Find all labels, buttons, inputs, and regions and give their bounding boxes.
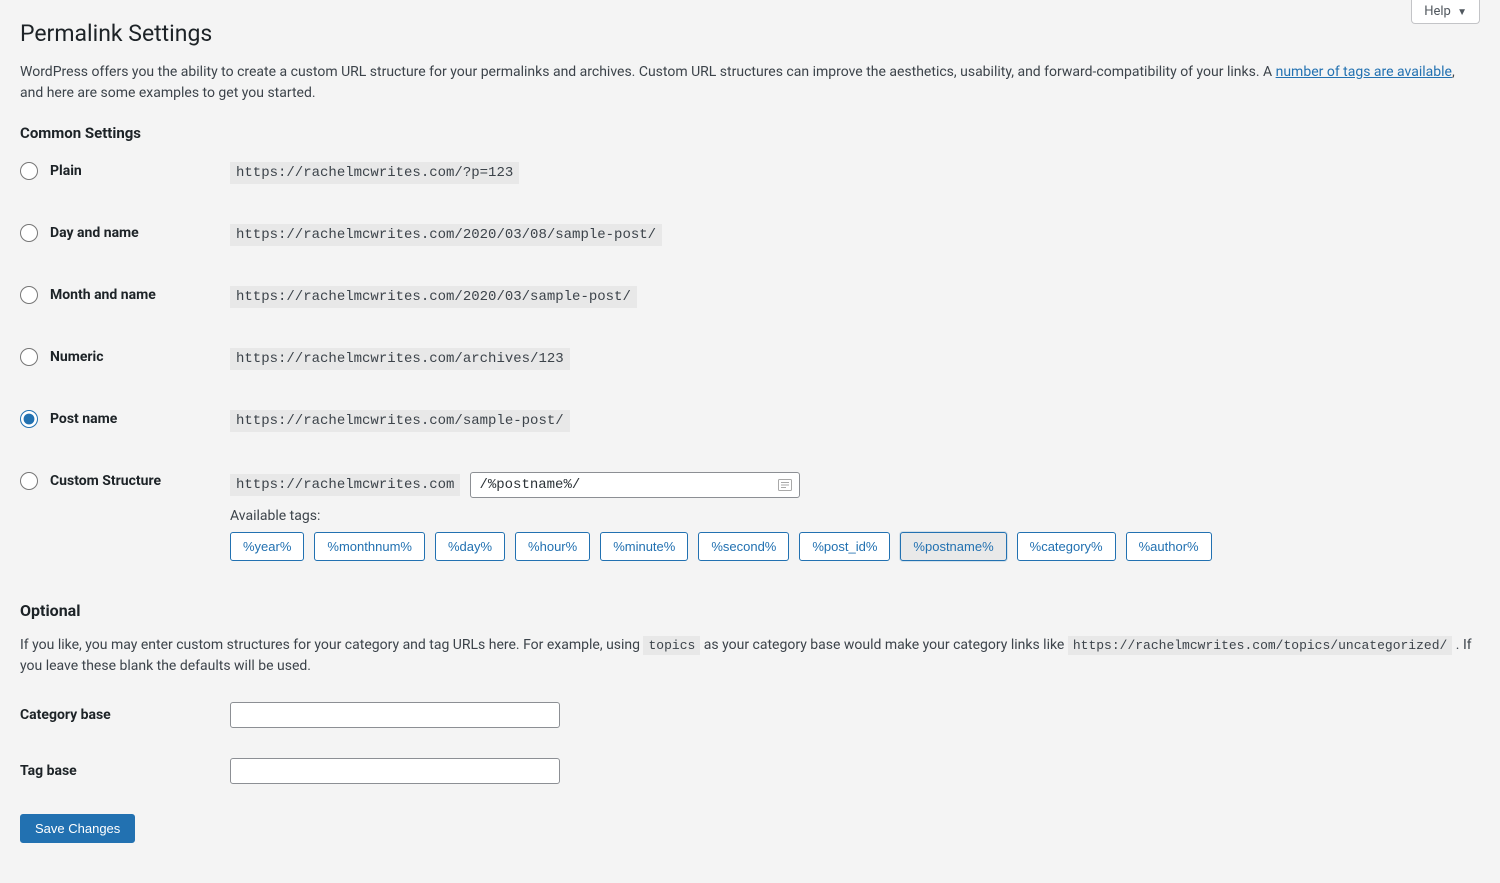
intro-text-pre: WordPress offers you the ability to crea…: [20, 64, 1276, 80]
option-url-preview: https://rachelmcwrites.com/2020/03/sampl…: [230, 286, 637, 308]
available-tags-label: Available tags:: [230, 508, 1480, 524]
tag-chip[interactable]: %minute%: [600, 532, 688, 561]
tag-chip[interactable]: %second%: [698, 532, 789, 561]
tags-available-link[interactable]: number of tags are available: [1276, 64, 1452, 80]
radio-option[interactable]: [20, 348, 38, 366]
help-label: Help: [1424, 4, 1451, 19]
optional-code-topics: topics: [643, 636, 700, 655]
optional-description: If you like, you may enter custom struct…: [20, 635, 1480, 677]
radio-option[interactable]: [20, 286, 38, 304]
save-changes-button[interactable]: Save Changes: [20, 814, 135, 843]
radio-option[interactable]: [20, 224, 38, 242]
option-label[interactable]: Month and name: [50, 287, 156, 303]
category-base-label: Category base: [20, 707, 230, 723]
tag-base-label: Tag base: [20, 763, 230, 779]
option-label[interactable]: Plain: [50, 163, 82, 179]
tag-base-input[interactable]: [230, 758, 560, 784]
common-settings-heading: Common Settings: [20, 124, 1480, 142]
category-base-input[interactable]: [230, 702, 560, 728]
option-row: Day and name https://rachelmcwrites.com/2…: [20, 224, 1480, 246]
option-label-custom[interactable]: Custom Structure: [50, 473, 161, 489]
option-url-preview: https://rachelmcwrites.com/?p=123: [230, 162, 519, 184]
tag-chip[interactable]: %monthnum%: [314, 532, 425, 561]
option-label[interactable]: Numeric: [50, 349, 104, 365]
custom-structure-input[interactable]: [470, 472, 800, 498]
option-row-custom: Custom Structure https://rachelmcwrites.…: [20, 472, 1480, 561]
tag-chip[interactable]: %year%: [230, 532, 304, 561]
tag-chip[interactable]: %hour%: [515, 532, 590, 561]
option-row: Month and name https://rachelmcwrites.com…: [20, 286, 1480, 308]
optional-heading: Optional: [20, 601, 1480, 620]
option-url-preview: https://rachelmcwrites.com/archives/123: [230, 348, 570, 370]
option-label[interactable]: Post name: [50, 411, 117, 427]
custom-base-url: https://rachelmcwrites.com: [230, 474, 460, 496]
tag-chip[interactable]: %category%: [1017, 532, 1116, 561]
tag-chip[interactable]: %postname%: [900, 532, 1006, 561]
intro-paragraph: WordPress offers you the ability to crea…: [20, 62, 1480, 104]
tag-chip[interactable]: %author%: [1126, 532, 1212, 561]
help-tab[interactable]: Help ▼: [1411, 0, 1480, 24]
radio-custom-structure[interactable]: [20, 472, 38, 490]
page-title: Permalink Settings: [20, 20, 1480, 47]
tag-chip[interactable]: %post_id%: [799, 532, 890, 561]
optional-code-url: https://rachelmcwrites.com/topics/uncate…: [1068, 636, 1452, 655]
option-label[interactable]: Day and name: [50, 225, 139, 241]
form-autofill-icon: [778, 479, 792, 491]
chevron-down-icon: ▼: [1457, 7, 1467, 18]
option-url-preview: https://rachelmcwrites.com/2020/03/08/sa…: [230, 224, 662, 246]
option-row: Numeric https://rachelmcwrites.com/archiv…: [20, 348, 1480, 370]
radio-option[interactable]: [20, 410, 38, 428]
option-row: Plain https://rachelmcwrites.com/?p=123: [20, 162, 1480, 184]
tag-chips-container: %year% %monthnum% %day% %hour% %minute% %seco…: [230, 532, 1480, 561]
tag-chip[interactable]: %day%: [435, 532, 505, 561]
radio-option[interactable]: [20, 162, 38, 180]
option-url-preview: https://rachelmcwrites.com/sample-post/: [230, 410, 570, 432]
option-row: Post name https://rachelmcwrites.com/samp…: [20, 410, 1480, 432]
